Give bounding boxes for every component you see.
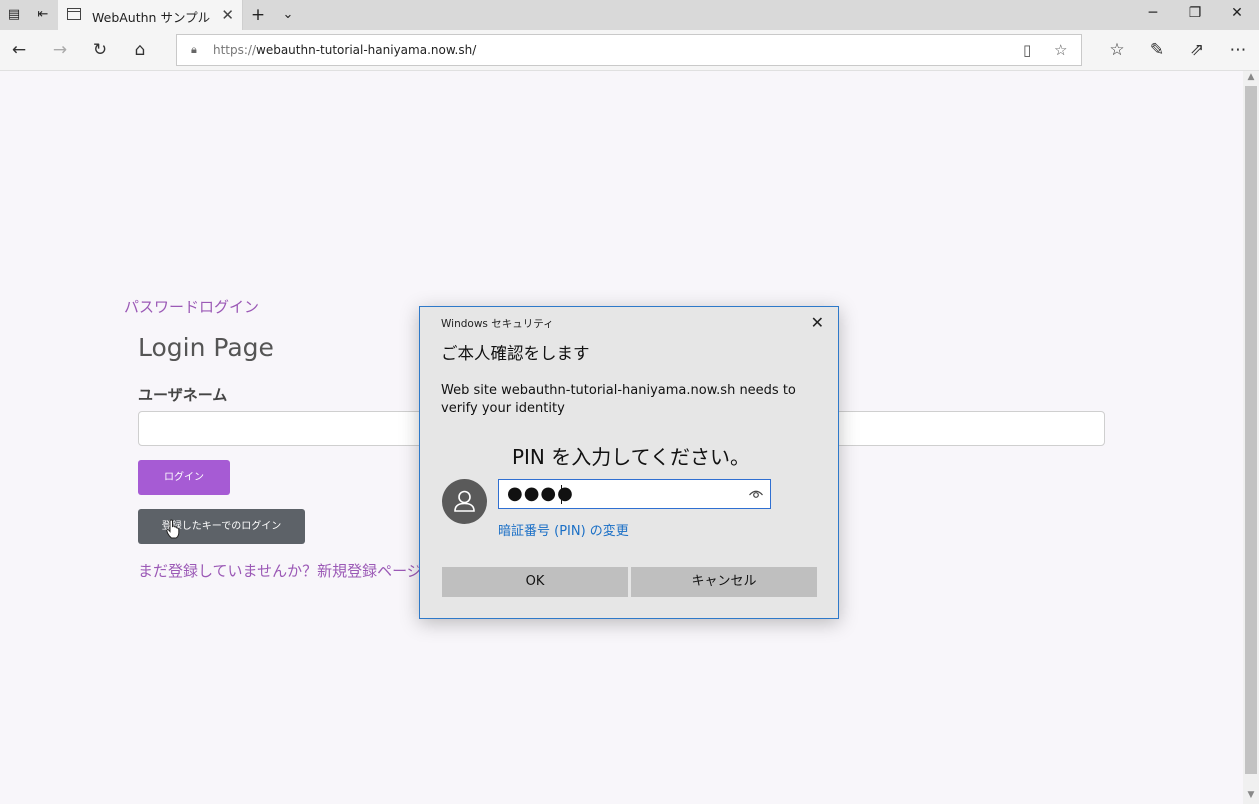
chevron-down-icon[interactable]: ⌄ <box>280 7 296 23</box>
login-button[interactable]: ログイン <box>138 460 230 495</box>
pin-prompt: PIN を入力してください。 <box>511 445 751 469</box>
set-aside-tabs-icon[interactable]: ⇤ <box>35 7 51 23</box>
cancel-button[interactable]: キャンセル <box>631 567 817 597</box>
close-icon[interactable]: ✕ <box>811 313 824 332</box>
share-icon[interactable]: ⇗ <box>1187 40 1207 60</box>
favorite-star-icon[interactable]: ☆ <box>1054 41 1067 59</box>
tab-title: WebAuthn サンプル <box>92 10 211 25</box>
address-bar[interactable]: 🔒︎ https://webauthn-tutorial-haniyama.no… <box>176 34 1082 66</box>
minimize-icon[interactable]: ─ <box>1143 5 1163 21</box>
browser-titlebar: ▤ ⇤ WebAuthn サンプル ✕ + ⌄ ─ ❐ ✕ <box>0 0 1259 30</box>
close-window-icon[interactable]: ✕ <box>1227 5 1247 21</box>
page-icon <box>67 8 81 20</box>
register-link[interactable]: まだ登録していませんか？新規登録ページ <box>138 560 422 581</box>
reveal-eye-icon[interactable] <box>748 486 764 502</box>
reading-view-icon[interactable]: ▯ <box>1023 41 1031 59</box>
ok-button[interactable]: OK <box>442 567 628 597</box>
web-note-icon[interactable]: ✎ <box>1147 40 1167 60</box>
user-icon <box>454 490 475 512</box>
user-avatar <box>442 479 487 524</box>
favorites-list-icon[interactable]: ☆ <box>1107 40 1127 60</box>
change-pin-link[interactable]: 暗証番号 (PIN) の変更 <box>498 520 629 539</box>
hand-cursor-icon <box>166 519 180 539</box>
scroll-down-icon[interactable]: ▼ <box>1245 790 1257 800</box>
back-icon[interactable]: ← <box>9 40 29 60</box>
url-text[interactable]: https://webauthn-tutorial-haniyama.now.s… <box>213 43 476 57</box>
new-tab-icon[interactable]: + <box>250 7 266 24</box>
scrollbar-thumb[interactable] <box>1245 86 1257 774</box>
close-tab-icon[interactable]: ✕ <box>221 6 234 24</box>
password-login-link[interactable]: パスワードログイン <box>124 296 259 317</box>
lock-icon: 🔒︎ <box>191 43 197 56</box>
security-key-login-button[interactable]: 登録したキーでのログイン <box>138 509 305 544</box>
browser-tab[interactable]: WebAuthn サンプル ✕ <box>58 0 243 30</box>
scroll-up-icon[interactable]: ▲ <box>1245 72 1257 82</box>
browser-toolbar: ← → ↻ ⌂ 🔒︎ https://webauthn-tutorial-han… <box>0 30 1259 71</box>
restore-icon[interactable]: ❐ <box>1185 5 1205 21</box>
pin-field[interactable]: ●●●● <box>498 479 771 509</box>
windows-security-dialog: Windows セキュリティ ✕ ご本人確認をします Web site weba… <box>419 306 839 619</box>
more-icon[interactable]: ⋯ <box>1228 40 1248 60</box>
page-title: Login Page <box>138 333 274 362</box>
home-icon[interactable]: ⌂ <box>130 40 150 60</box>
tab-manager-icon[interactable]: ▤ <box>6 7 22 23</box>
pin-value: ●●●● <box>507 483 574 504</box>
dialog-caption: Windows セキュリティ <box>441 318 554 330</box>
forward-icon[interactable]: → <box>50 40 70 60</box>
dialog-message: Web site webauthn-tutorial-haniyama.now.… <box>441 383 796 416</box>
text-caret <box>561 485 562 504</box>
username-label: ユーザネーム <box>138 386 228 404</box>
dialog-heading: ご本人確認をします <box>441 344 590 363</box>
refresh-icon[interactable]: ↻ <box>90 40 110 60</box>
